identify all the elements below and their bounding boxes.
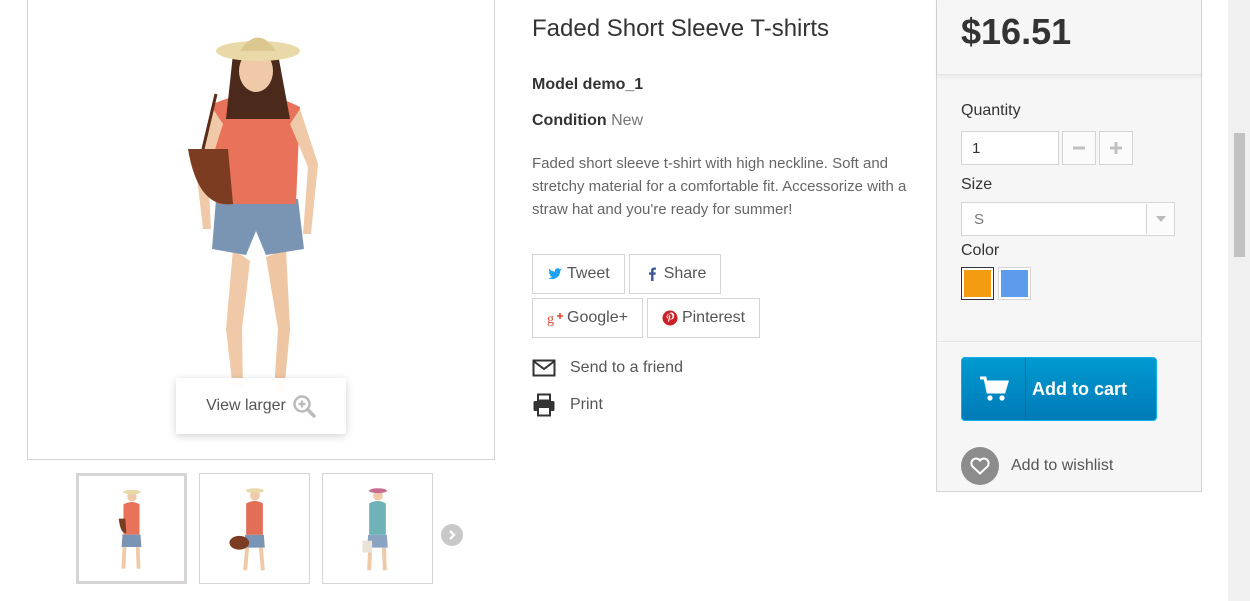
- thumbnail-strip: [76, 473, 433, 584]
- size-label: Size: [961, 176, 993, 193]
- thumbnail-image: [362, 488, 388, 571]
- plus-icon: [1110, 142, 1122, 154]
- google-plus-icon: g: [547, 312, 563, 326]
- thumbnail-image: [229, 488, 265, 571]
- buy-box: $16.51 Quantity Size S Color Add to cart: [936, 0, 1202, 492]
- share-label: Share: [663, 265, 707, 282]
- print-label: Print: [570, 396, 603, 413]
- heart-icon: [961, 447, 999, 485]
- swatch-color-fill: [1001, 270, 1028, 297]
- cart-divider: [937, 341, 1201, 342]
- pinterest-label: Pinterest: [681, 309, 746, 326]
- quantity-increase-button[interactable]: [1099, 131, 1133, 165]
- thumbnail-next-button[interactable]: [441, 524, 463, 546]
- twitter-icon: [548, 268, 562, 280]
- facebook-icon: [648, 267, 656, 281]
- size-value: S: [974, 210, 985, 228]
- product-model: Model demo_1: [532, 76, 643, 94]
- model-label: Model: [532, 76, 579, 93]
- quantity-input[interactable]: [961, 131, 1059, 165]
- thumbnail-2[interactable]: [199, 473, 310, 584]
- quantity-label: Quantity: [961, 102, 1021, 119]
- google-plus-label: Google+: [567, 309, 628, 326]
- send-to-friend-link[interactable]: Send to a friend: [532, 356, 683, 380]
- chevron-down-icon: [1146, 204, 1174, 234]
- envelope-icon: [532, 359, 556, 377]
- add-to-cart-label: Add to cart: [1032, 378, 1128, 399]
- thumbnail-1[interactable]: [76, 473, 187, 584]
- condition-value: New: [611, 112, 644, 129]
- pinterest-icon: [662, 310, 678, 326]
- thumbnail-image: [118, 489, 142, 569]
- color-swatch-blue[interactable]: [998, 267, 1031, 300]
- price-area: $16.51: [937, 0, 1201, 75]
- minus-icon: [1073, 146, 1085, 150]
- zoom-in-icon: [293, 395, 316, 418]
- color-label: Color: [961, 242, 1000, 259]
- view-larger-label: View larger: [206, 397, 286, 414]
- add-to-cart-button[interactable]: Add to cart: [961, 357, 1157, 421]
- model-value: demo_1: [582, 76, 644, 93]
- chevron-right-icon: [449, 530, 456, 540]
- add-to-wishlist-link[interactable]: Add to wishlist: [961, 447, 1113, 485]
- thumbnail-3[interactable]: [322, 473, 433, 584]
- condition-label: Condition: [532, 112, 607, 129]
- facebook-share-button[interactable]: Share: [628, 254, 722, 294]
- product-main-image[interactable]: View larger: [27, 0, 495, 460]
- quantity-decrease-button[interactable]: [1062, 131, 1096, 165]
- pinterest-button[interactable]: Pinterest: [646, 298, 761, 338]
- cart-icon: [962, 358, 1026, 420]
- vertical-scrollbar[interactable]: [1228, 0, 1250, 601]
- product-condition: Condition New: [532, 112, 643, 130]
- social-share-buttons: Tweet Share g Google+ Pinterest: [532, 254, 832, 338]
- product-description: Faded short sleeve t-shirt with high nec…: [532, 155, 907, 218]
- product-title: Faded Short Sleeve T-shirts: [532, 15, 830, 42]
- google-plus-button[interactable]: g Google+: [532, 298, 643, 338]
- product-price: $16.51: [961, 11, 1072, 52]
- send-to-friend-label: Send to a friend: [570, 359, 683, 376]
- print-link[interactable]: Print: [532, 393, 603, 417]
- swatch-color-fill: [964, 270, 991, 297]
- color-swatch-orange[interactable]: [961, 267, 994, 300]
- scrollbar-thumb[interactable]: [1234, 133, 1245, 257]
- tweet-label: Tweet: [567, 265, 610, 282]
- add-to-wishlist-label: Add to wishlist: [1011, 457, 1114, 474]
- svg-text:g: g: [547, 312, 554, 326]
- tweet-button[interactable]: Tweet: [532, 254, 625, 294]
- printer-icon: [533, 393, 555, 417]
- view-larger-button[interactable]: View larger: [176, 378, 346, 434]
- size-select[interactable]: S: [961, 202, 1175, 236]
